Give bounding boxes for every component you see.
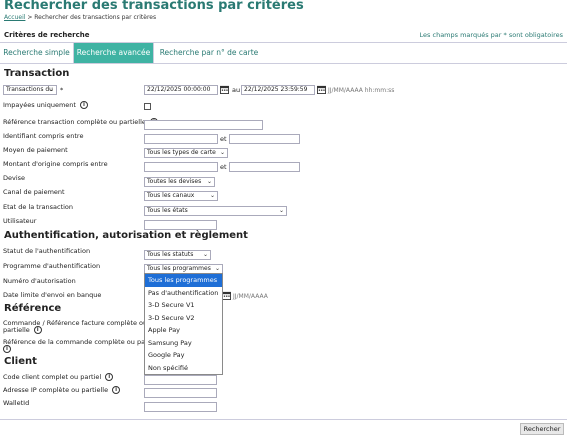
info-icon[interactable]: i <box>112 386 121 394</box>
dropdown-option[interactable]: 3-D Secure V1 <box>145 299 222 312</box>
identifier-label: Identifiant compris entre <box>3 132 84 140</box>
breadcrumb: Accueil > Rechercher des transactions pa… <box>4 14 156 21</box>
dropdown-option[interactable]: Google Pay <box>145 349 222 362</box>
tab-advanced-search[interactable]: Recherche avancée <box>74 43 154 63</box>
dropdown-option[interactable]: 3-D Secure V2 <box>145 312 222 325</box>
breadcrumb-home-link[interactable]: Accueil <box>4 14 25 21</box>
ip-address-input[interactable] <box>144 388 217 398</box>
bank-date-format-hint: JJ/MM/AAAA <box>233 293 268 300</box>
order-ref-label-text: partielle <box>3 326 30 334</box>
auth-program-value: Tous les programmes <box>147 265 211 272</box>
auth-program-dropdown-list: Tous les programmes Pas d'authentificati… <box>144 273 223 375</box>
search-button[interactable]: Rechercher <box>520 423 564 435</box>
and-label: et <box>220 135 227 143</box>
date-format-hint: JJ/MM/AAAA hh:mm:ss <box>328 87 395 94</box>
info-icon[interactable]: i <box>33 326 42 334</box>
dropdown-option[interactable]: Tous les programmes <box>145 274 222 287</box>
wallet-id-label: WalletId <box>3 399 30 407</box>
channel-label: Canal de paiement <box>3 188 65 196</box>
tab-card-number-search[interactable]: Recherche par n° de carte <box>154 43 264 63</box>
info-icon[interactable]: i <box>3 345 11 353</box>
auth-number-label: Numéro d'autorisation <box>3 277 76 285</box>
identifier-min-input[interactable] <box>144 134 218 144</box>
client-code-label-text: Code client complet ou partiel <box>3 373 102 381</box>
payment-method-value: Tous les types de carte <box>147 149 216 156</box>
chevron-down-icon: ⌄ <box>219 149 225 156</box>
amount-min-input[interactable] <box>144 162 218 172</box>
dropdown-option[interactable]: Apple Pay <box>145 324 222 337</box>
state-value: Tous les états <box>147 207 188 214</box>
breadcrumb-current: Rechercher des transactions par critères <box>34 14 157 21</box>
payment-method-label: Moyen de paiement <box>3 146 68 154</box>
unpaid-label-text: Impayées uniquement <box>3 101 76 109</box>
order-ref-label-line2: partielle i <box>3 326 42 334</box>
chevron-down-icon: ⌄ <box>202 251 208 258</box>
state-label: Etat de la transaction <box>3 203 74 211</box>
channel-select[interactable]: Tous les canaux ⌄ <box>144 191 218 201</box>
chevron-down-icon: ⌄ <box>206 178 212 185</box>
chevron-down-icon: ⌄ <box>278 207 284 214</box>
ref-label: Référence transaction complète ou partie… <box>3 118 158 126</box>
tab-simple-search[interactable]: Recherche simple <box>0 43 74 63</box>
user-input[interactable] <box>144 220 217 230</box>
criteria-title: Critères de recherche <box>4 31 90 39</box>
client-code-input[interactable] <box>144 375 217 385</box>
currency-select[interactable]: Toutes les devises ⌄ <box>144 177 215 187</box>
date-to-input[interactable]: 22/12/2025 23:59:59 <box>241 85 315 95</box>
ip-address-label: Adresse IP complète ou partielle i <box>3 386 121 394</box>
section-transaction-title: Transaction <box>4 68 70 79</box>
divider <box>0 63 567 64</box>
user-label: Utilisateur <box>3 217 37 225</box>
section-reference-title: Référence <box>4 303 62 314</box>
section-client-title: Client <box>4 356 37 367</box>
state-select[interactable]: Tous les états ⌄ <box>144 206 287 216</box>
ref-label-text: Référence transaction complète ou partie… <box>3 118 146 126</box>
auth-status-select[interactable]: Tous les statuts ⌄ <box>144 250 211 260</box>
amount-max-input[interactable] <box>229 162 300 172</box>
breadcrumb-separator: > <box>25 14 35 21</box>
currency-label: Devise <box>3 174 26 182</box>
client-code-label: Code client complet ou partiel i <box>3 373 114 381</box>
dropdown-option[interactable]: Non spécifié <box>145 362 222 375</box>
required-mark: * <box>60 86 64 94</box>
full-order-ref-info: i <box>3 345 11 353</box>
date-type-value: Transactions du <box>6 86 53 93</box>
calendar-icon[interactable] <box>317 85 326 94</box>
payment-method-select[interactable]: Tous les types de carte ⌄ <box>144 148 228 158</box>
calendar-icon[interactable] <box>220 85 229 94</box>
auth-program-label: Programme d'authentification <box>3 262 101 270</box>
chevron-down-icon: ⌄ <box>209 192 215 199</box>
full-order-ref-label: Référence de la commande complète ou par… <box>3 338 164 346</box>
wallet-id-input[interactable] <box>144 402 217 412</box>
ip-address-label-text: Adresse IP complète ou partielle <box>3 386 109 394</box>
bank-date-label: Date limite d'envoi en banque <box>3 291 102 299</box>
channel-value: Tous les canaux <box>147 192 195 199</box>
date-from-input[interactable]: 22/12/2025 00:00:00 <box>144 85 218 95</box>
chevron-down-icon: ⌄ <box>214 265 220 272</box>
currency-value: Toutes les devises <box>147 178 202 185</box>
section-auth-title: Authentification, autorisation et règlem… <box>4 230 248 241</box>
unpaid-checkbox[interactable] <box>144 103 151 110</box>
page-title: Rechercher des transactions par critères <box>4 0 304 13</box>
transaction-ref-input[interactable] <box>144 120 263 130</box>
info-icon[interactable]: i <box>79 101 88 109</box>
unpaid-label: Impayées uniquement i <box>3 101 88 109</box>
date-to-label: au <box>232 86 241 94</box>
chevron-down-icon: ⌄ <box>48 86 54 93</box>
dropdown-option[interactable]: Samsung Pay <box>145 337 222 350</box>
info-icon[interactable]: i <box>105 373 114 381</box>
dropdown-option[interactable]: Pas d'authentification <box>145 287 222 300</box>
auth-status-label: Statut de l'authentification <box>3 247 91 255</box>
and-label: et <box>220 163 227 171</box>
amount-label: Montant d'origine compris entre <box>3 160 108 168</box>
auth-status-value: Tous les statuts <box>147 251 194 258</box>
required-fields-note: Les champs marqués par * sont obligatoir… <box>419 31 563 39</box>
calendar-icon[interactable] <box>222 291 231 300</box>
identifier-max-input[interactable] <box>229 134 300 144</box>
date-type-select[interactable]: Transactions du ⌄ <box>3 85 57 95</box>
divider <box>0 419 567 420</box>
